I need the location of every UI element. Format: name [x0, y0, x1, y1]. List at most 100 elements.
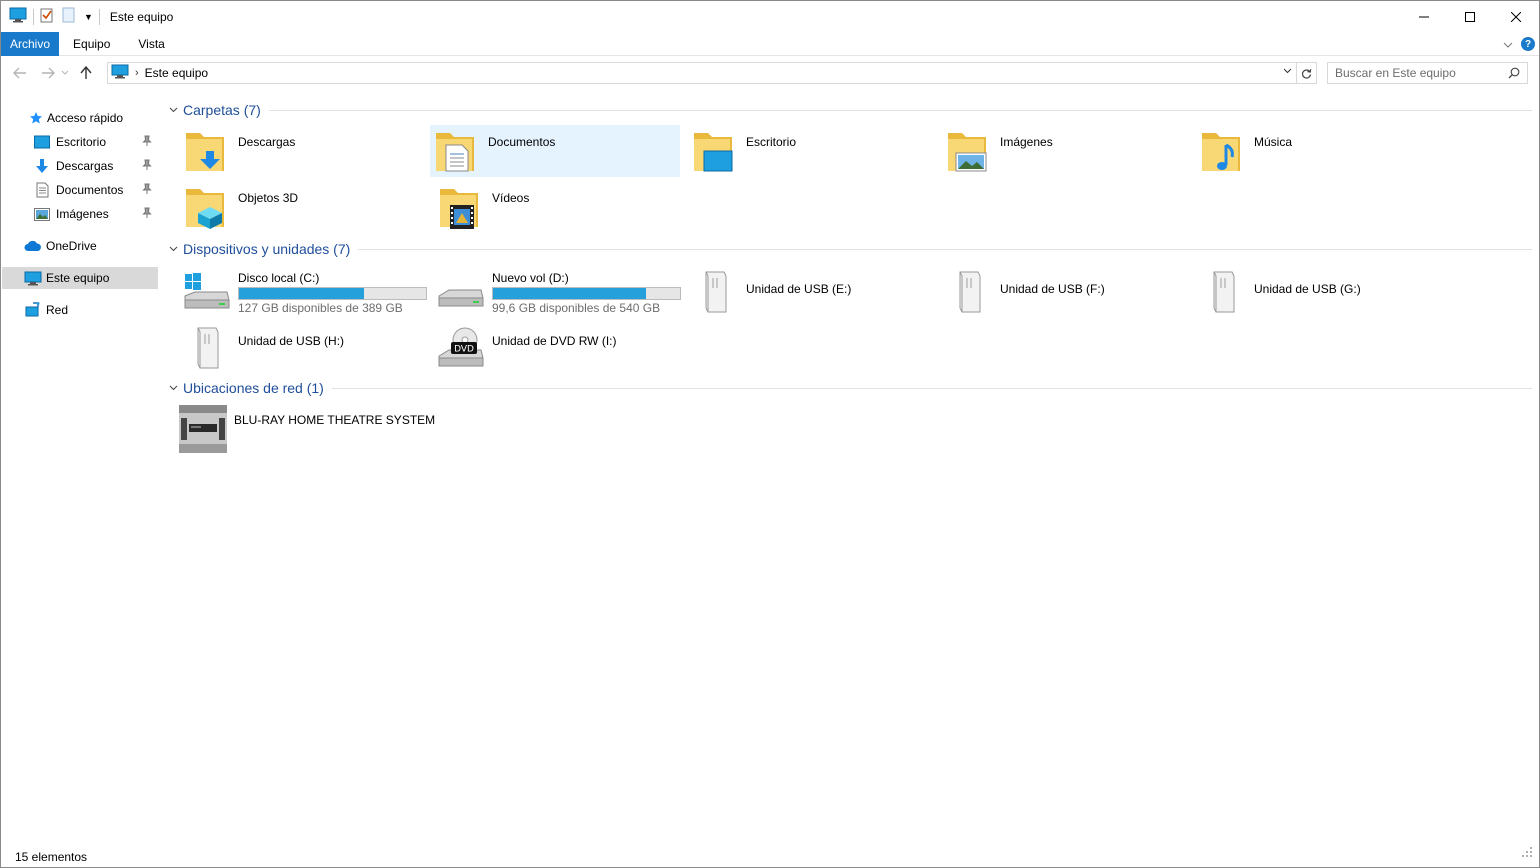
group-title: Dispositivos y unidades (7) [183, 241, 351, 257]
document-icon [34, 182, 50, 198]
folder-name: Documentos [488, 135, 556, 149]
drive-info: Unidad de DVD RW (I:) [492, 327, 616, 348]
folder-tile-documentos[interactable]: Documentos [430, 125, 680, 177]
address-bar[interactable]: › Este equipo [107, 62, 1297, 84]
recent-locations-icon[interactable] [59, 62, 71, 84]
tab-equipo[interactable]: Equipo [59, 32, 124, 56]
pin-icon[interactable] [142, 207, 152, 222]
ribbon-tabs: Archivo Equipo Vista ? [1, 31, 1539, 56]
minimize-button[interactable] [1401, 1, 1447, 32]
folder-tile-descargas[interactable]: Descargas [180, 125, 430, 177]
maximize-button[interactable] [1447, 1, 1493, 32]
address-row: › Este equipo [1, 57, 1539, 89]
network-device-name: BLU-RAY HOME THEATRE SYSTEM [234, 413, 436, 427]
drive-tile-d[interactable]: Nuevo vol (D:) 99,6 GB disponibles de 54… [432, 267, 682, 325]
sidebar-item-label: Documentos [56, 183, 124, 197]
properties-icon[interactable] [40, 7, 54, 26]
svg-text:DVD: DVD [454, 345, 474, 355]
tab-archivo[interactable]: Archivo [1, 31, 60, 56]
folder-tile-escritorio[interactable]: Escritorio [688, 125, 938, 177]
pin-icon[interactable] [142, 159, 152, 174]
drive-tile-c[interactable]: Disco local (C:) 127 GB disponibles de 3… [178, 267, 428, 325]
hard-drive-icon [432, 267, 488, 317]
close-button[interactable] [1493, 1, 1539, 32]
drive-info: Unidad de USB (E:) [746, 271, 851, 296]
sidebar-item-descargas[interactable]: Descargas [2, 155, 158, 177]
tab-vista[interactable]: Vista [124, 32, 178, 56]
sidebar-item-label: Escritorio [56, 135, 107, 149]
folder-name: Música [1254, 135, 1293, 149]
ribbon-right-controls: ? [1503, 32, 1535, 56]
desktop-folder-icon [688, 125, 740, 177]
new-folder-icon[interactable] [62, 7, 76, 26]
sidebar-item-onedrive[interactable]: OneDrive [2, 235, 158, 257]
drive-tile-g[interactable]: Unidad de USB (G:) [1194, 267, 1444, 325]
drive-name: Nuevo vol (D:) [492, 271, 569, 285]
help-icon[interactable]: ? [1521, 37, 1535, 51]
folder-tile-objetos-3d[interactable]: Objetos 3D [180, 181, 430, 233]
sidebar-item-label: Red [46, 303, 69, 317]
group-header-carpetas[interactable]: Carpetas (7) [166, 99, 1532, 121]
resize-grip-icon[interactable] [1521, 846, 1533, 861]
pin-icon[interactable] [142, 135, 152, 150]
forward-button[interactable] [37, 62, 59, 84]
navigation-pane: Acceso rápido Escritorio Descargas Docum… [2, 96, 158, 836]
network-device-tile[interactable]: BLU-RAY HOME THEATRE SYSTEM [178, 403, 435, 455]
sidebar-item-red[interactable]: Red [2, 299, 158, 321]
videos-folder-icon [434, 181, 486, 233]
computer-icon [24, 270, 42, 286]
drive-tile-h[interactable]: Unidad de USB (H:) [178, 323, 428, 381]
drive-tile-f[interactable]: Unidad de USB (F:) [940, 267, 1190, 325]
status-item-count: 15 elementos [15, 850, 88, 864]
usb-drive-icon [1194, 267, 1250, 317]
drive-tile-e[interactable]: Unidad de USB (E:) [686, 267, 936, 325]
drive-name: Unidad de DVD RW (I:) [492, 334, 617, 348]
chevron-down-icon[interactable] [166, 246, 180, 252]
group-divider [268, 109, 1532, 111]
window-title: Este equipo [109, 9, 174, 24]
refresh-button[interactable] [1297, 62, 1317, 84]
group-title: Carpetas (7) [183, 102, 261, 118]
expand-ribbon-icon[interactable] [1503, 37, 1513, 51]
group-header-ubicaciones-red[interactable]: Ubicaciones de red (1) [166, 377, 1532, 399]
network-icon [24, 302, 42, 318]
drive-usage-fill [239, 288, 365, 299]
content-pane: Carpetas (7) Descargas Documentos Escrit… [166, 96, 1532, 846]
downloads-folder-icon [180, 125, 232, 177]
folder-tile-videos[interactable]: Vídeos [434, 181, 684, 233]
home-theatre-icon [178, 403, 228, 455]
chevron-down-icon[interactable] [166, 107, 180, 113]
chevron-down-icon[interactable] [166, 385, 180, 391]
sidebar-item-escritorio[interactable]: Escritorio [2, 131, 158, 153]
drive-info: Disco local (C:) 127 GB disponibles de 3… [238, 271, 427, 315]
title-bar: ▼ Este equipo [1, 1, 1539, 32]
folder-tile-musica[interactable]: Música [1196, 125, 1446, 177]
sidebar-item-documentos[interactable]: Documentos [2, 179, 158, 201]
sidebar-item-label: OneDrive [46, 239, 97, 253]
toolbar-divider [33, 8, 34, 25]
drive-free-space: 127 GB disponibles de 389 GB [238, 301, 403, 315]
sidebar-item-acceso-rapido[interactable]: Acceso rápido [2, 107, 158, 129]
folder-name: Objetos 3D [238, 191, 299, 205]
window-controls [1401, 1, 1539, 32]
up-button[interactable] [75, 62, 97, 84]
folder-name: Escritorio [746, 135, 797, 149]
computer-icon[interactable] [9, 7, 27, 26]
customize-toolbar-icon[interactable]: ▼ [84, 12, 93, 22]
search-box[interactable] [1327, 62, 1528, 84]
sidebar-item-imagenes[interactable]: Imágenes [2, 203, 158, 225]
address-dropdown-icon[interactable] [1283, 66, 1292, 77]
drive-name: Unidad de USB (H:) [238, 334, 345, 348]
drive-tile-i[interactable]: DVD Unidad de DVD RW (I:) [432, 323, 682, 381]
group-header-dispositivos[interactable]: Dispositivos y unidades (7) [166, 238, 1532, 260]
search-icon[interactable] [1508, 67, 1520, 82]
search-input[interactable] [1335, 66, 1505, 80]
pin-icon[interactable] [142, 183, 152, 198]
folder-tile-imagenes[interactable]: Imágenes [942, 125, 1192, 177]
back-button[interactable] [9, 62, 31, 84]
breadcrumb-chevron-icon[interactable]: › [135, 67, 139, 79]
breadcrumb-este-equipo[interactable]: Este equipo [145, 66, 208, 80]
usb-drive-icon [178, 323, 234, 373]
sidebar-item-este-equipo[interactable]: Este equipo [2, 267, 158, 289]
sidebar-item-label: Imágenes [56, 207, 109, 221]
